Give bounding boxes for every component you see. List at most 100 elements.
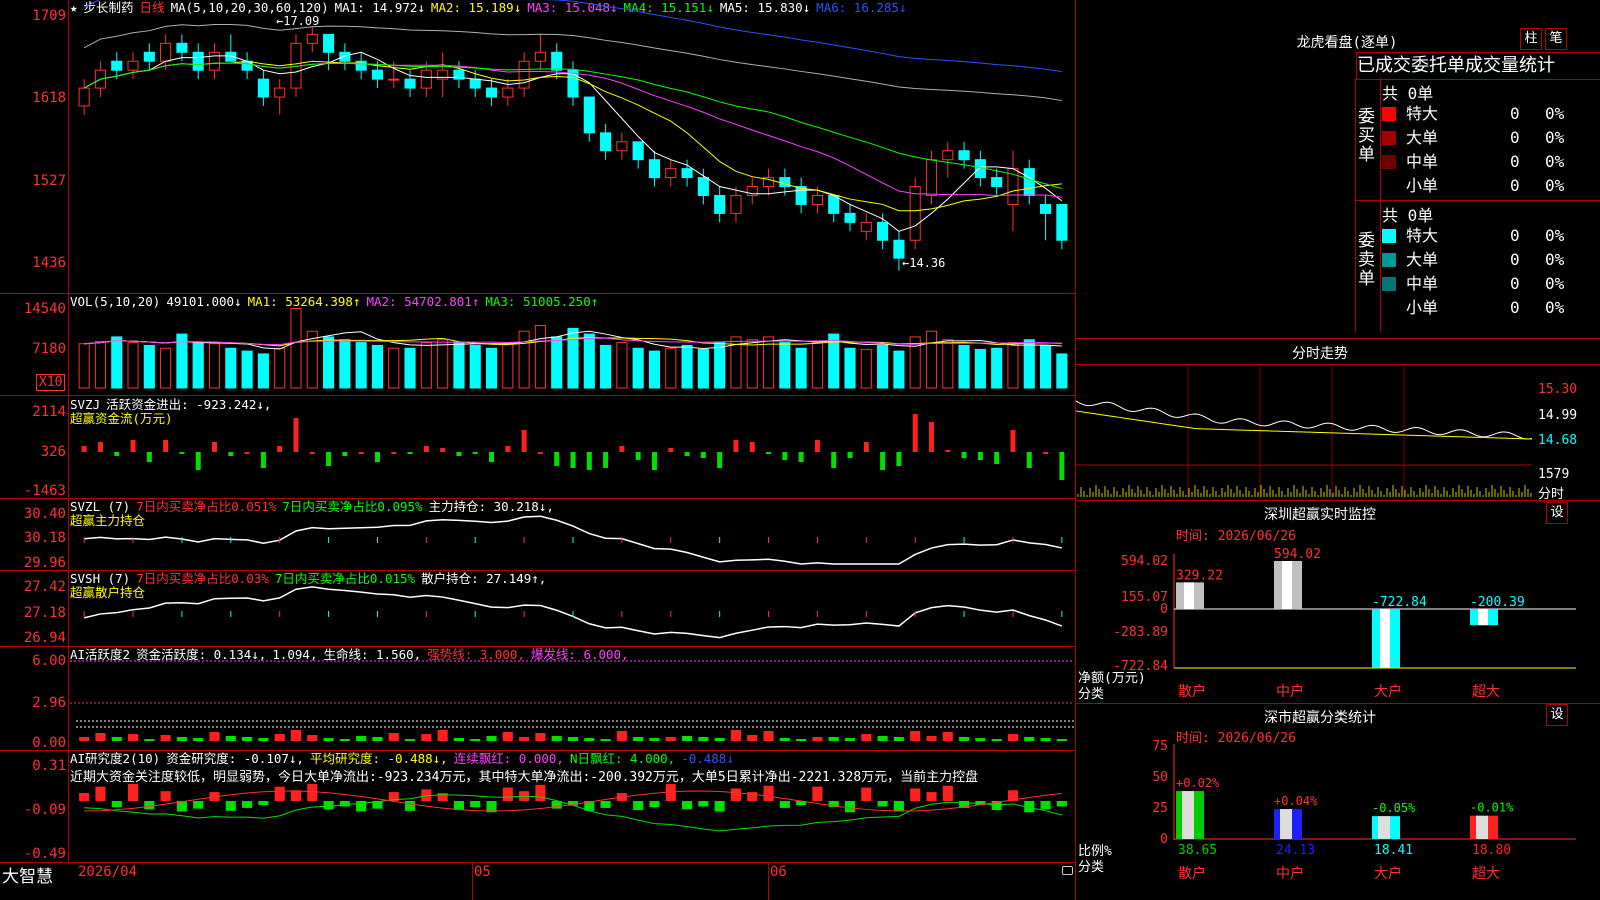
flow-bar: [212, 442, 218, 452]
volume-bar: [274, 347, 286, 389]
flow-bar: [749, 442, 755, 452]
activity-bar: [323, 738, 334, 741]
flow-bar: [1043, 452, 1049, 454]
monitor-category: 中户: [1276, 683, 1304, 700]
lhb-tabs[interactable]: 已成交委托单成交量统计: [1356, 52, 1600, 80]
avg-line: [1076, 410, 1533, 440]
candle-body: [111, 60, 123, 71]
volume-bar: [925, 330, 938, 389]
flow-bar: [847, 452, 853, 458]
class-xlabel: 分类: [1078, 860, 1105, 875]
research-bar: [307, 783, 318, 801]
flow-bar: [260, 452, 266, 468]
research-bar: [942, 785, 953, 801]
class-settings-button[interactable]: 设: [1546, 704, 1568, 726]
volume-bar: [388, 347, 400, 389]
candle-body: [925, 159, 938, 196]
order-percent: 0%: [1545, 274, 1565, 293]
flow-bar: [423, 446, 429, 452]
flow-bar: [635, 452, 641, 460]
candle-body: [600, 132, 612, 152]
volume-chart[interactable]: [0, 294, 1076, 395]
order-type: 大单: [1406, 128, 1439, 147]
intraday-chart[interactable]: [1076, 365, 1600, 500]
research-bar: [274, 786, 285, 801]
flow-bar: [586, 452, 592, 470]
bar-mode-button[interactable]: 柱: [1520, 28, 1542, 50]
order-row: 大单 0 0%: [1382, 126, 1600, 150]
order-color-swatch: [1382, 229, 1396, 243]
research-bar: [160, 791, 171, 801]
activity-bar: [926, 736, 937, 741]
order-row: 中单 0 0%: [1382, 272, 1600, 296]
research-bar: [698, 801, 709, 807]
tick-mode-button[interactable]: 笔: [1545, 28, 1567, 50]
monitor-value: 594.02: [1274, 547, 1321, 562]
activity-bar: [388, 733, 399, 741]
flow-bar: [912, 414, 918, 452]
left-chart-area[interactable]: 1709 1618 1527 1436 ★ 步长制药 日线 MA(5,10,20,30…: [0, 0, 1076, 900]
volume-bar: [697, 348, 709, 389]
volume-bar: [844, 347, 856, 389]
monitor-category: 散户: [1178, 683, 1206, 700]
x-axis-date: 06: [770, 864, 787, 880]
flow-bar: [880, 452, 886, 470]
candle-body: [551, 51, 563, 71]
monitor-settings-button[interactable]: 设: [1546, 502, 1568, 524]
flow-bar: [521, 430, 527, 452]
sell-total: 共 0单: [1382, 206, 1434, 225]
volume-bar: [795, 347, 807, 389]
research-bar: [95, 786, 106, 801]
class-axis-label: 0: [1160, 832, 1168, 847]
x-axis-date: 2026/04: [78, 864, 138, 880]
candle-body: [176, 42, 188, 53]
order-color-swatch: [1382, 107, 1396, 121]
ai-activity-chart[interactable]: [0, 647, 1076, 750]
activity-bar: [372, 737, 383, 741]
lock-icon[interactable]: [1062, 866, 1073, 875]
research-bar: [404, 801, 416, 811]
flow-bar: [407, 452, 413, 454]
activity-bar: [290, 730, 302, 741]
class-bar-chart[interactable]: 75 50 25 0 +0.02% 38.65 散户 +0.04% 24.13 中户 -0.05% 1…: [1076, 740, 1600, 900]
monitor-bar-highlight: [1184, 582, 1194, 609]
flow-bar: [163, 440, 169, 452]
flow-bar: [782, 452, 788, 460]
main-holding-chart[interactable]: [0, 499, 1076, 570]
candle-body: [404, 78, 416, 89]
activity-bar: [111, 737, 122, 741]
ai-research-chart[interactable]: [0, 751, 1076, 862]
activity-bar: [910, 731, 921, 741]
monitor-value: 329.22: [1176, 568, 1223, 583]
activity-bar: [274, 734, 285, 741]
volume-bar: [111, 336, 123, 389]
class-change: -0.05%: [1372, 801, 1416, 815]
research-bar: [877, 801, 888, 807]
volume-bar: [1023, 339, 1035, 389]
order-type: 小单: [1406, 298, 1439, 317]
volume-bar: [257, 353, 269, 389]
volume-bar: [78, 343, 90, 389]
class-bar-highlight: [1182, 791, 1194, 839]
volume-bar: [648, 350, 661, 389]
order-color-swatch: [1382, 253, 1396, 267]
candle-body: [371, 69, 384, 80]
activity-bar: [95, 733, 106, 741]
order-row: 特大 0 0%: [1382, 224, 1600, 248]
activity-bar: [975, 738, 986, 741]
flow-bar: [537, 452, 543, 454]
order-row: 小单 0 0%: [1382, 174, 1600, 198]
capital-flow-chart[interactable]: [0, 396, 1076, 498]
candle-body: [323, 33, 335, 53]
activity-bar: [877, 736, 888, 741]
retail-holding-chart[interactable]: [0, 571, 1076, 646]
activity-bar: [600, 739, 611, 741]
activity-bar: [844, 738, 856, 741]
monitor-bar-chart[interactable]: 594.02155.070-283.89-722.84329.22散户594.0…: [1076, 540, 1600, 700]
order-percent: 0%: [1545, 226, 1565, 245]
candle-body: [909, 186, 921, 241]
activity-bar: [144, 739, 155, 741]
research-bar: [290, 790, 302, 801]
candlestick-chart[interactable]: [0, 0, 1076, 293]
class-stat-title: 深市超赢分类统计: [1264, 710, 1376, 726]
